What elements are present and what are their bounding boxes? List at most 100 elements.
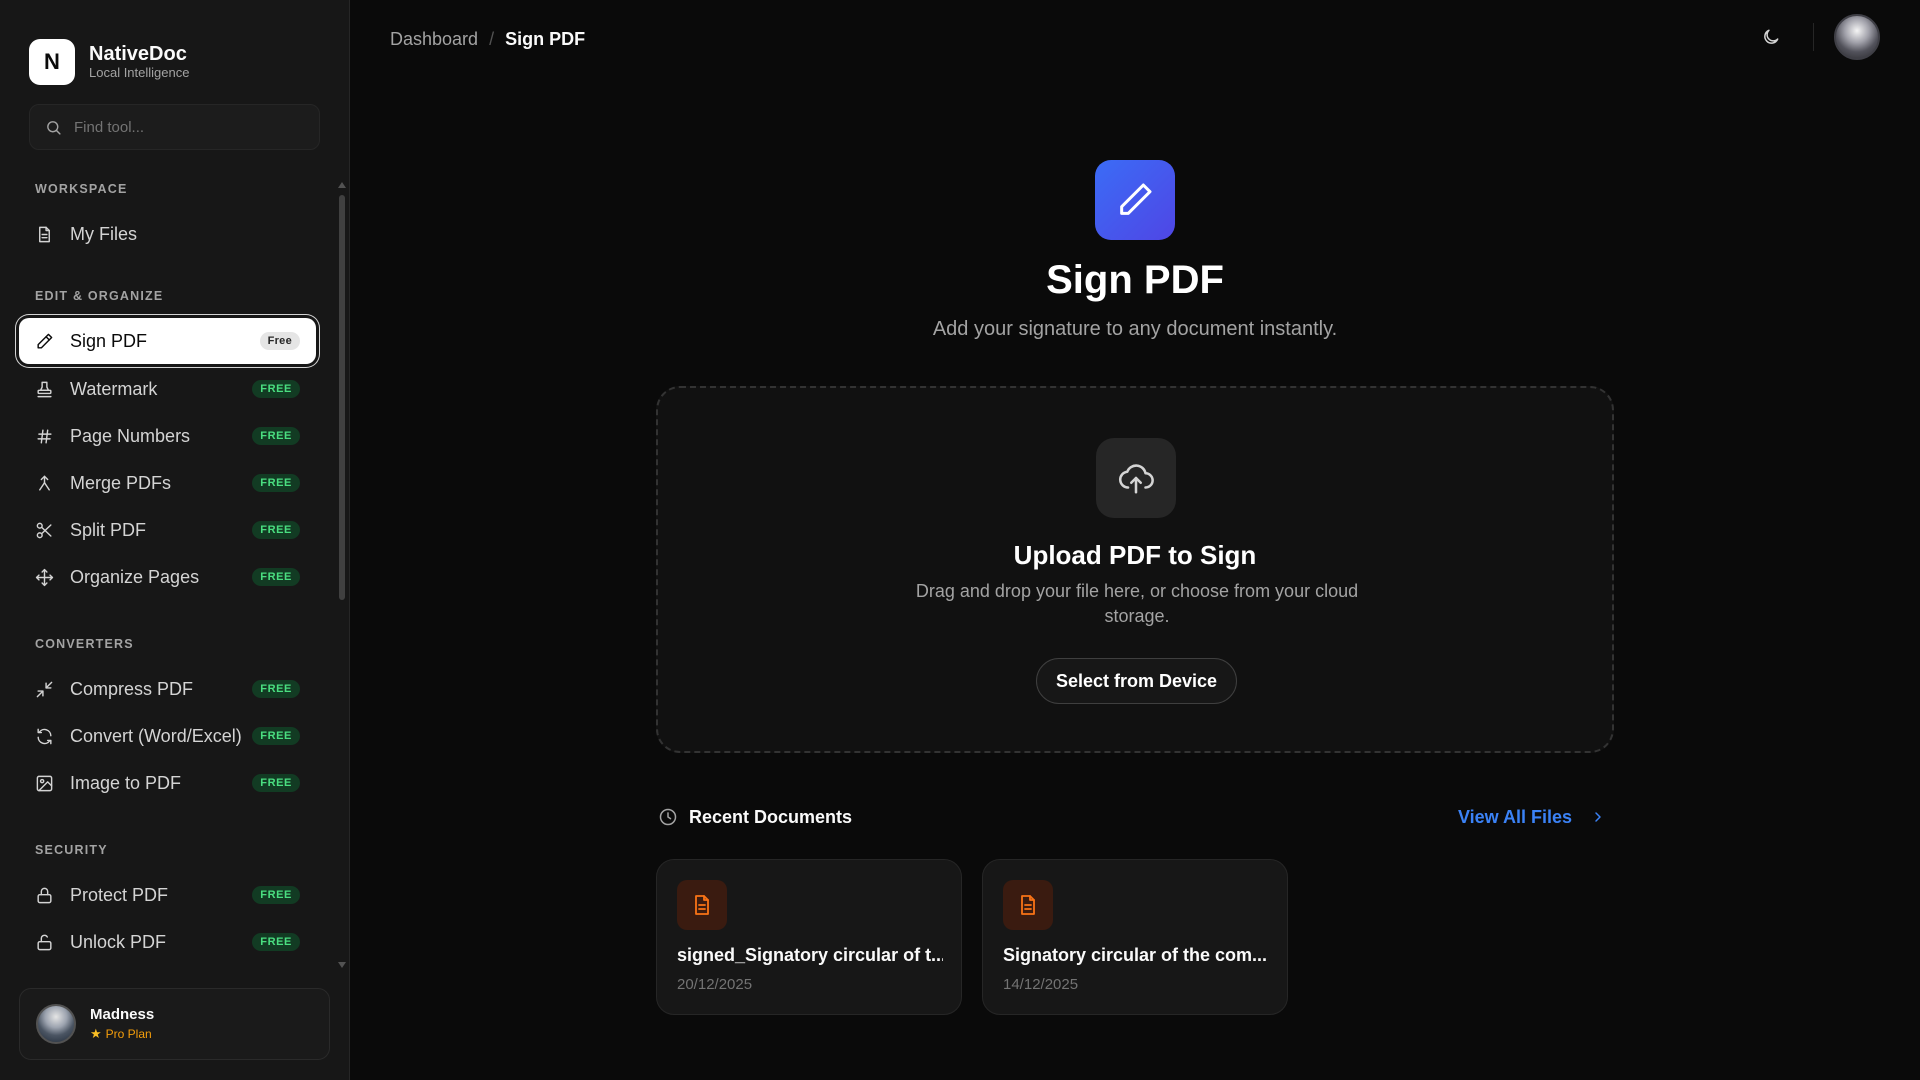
section-title-security: SECURITY: [35, 843, 108, 857]
page-subtitle: Add your signature to any document insta…: [932, 318, 1338, 340]
section-title-edit-organize: EDIT & ORGANIZE: [35, 289, 164, 303]
view-all-files-link[interactable]: View All Files: [1458, 807, 1606, 828]
sidebar-item-label: Split PDF: [70, 519, 147, 540]
free-badge: FREE: [252, 474, 300, 492]
sidebar-item-protect-pdf[interactable]: Protect PDF FREE: [19, 872, 316, 918]
topbar-actions: [1749, 14, 1880, 60]
chevron-right-icon: [1595, 812, 1601, 822]
brand[interactable]: N NativeDoc Local Intelligence: [29, 39, 189, 85]
scroll-thumb[interactable]: [339, 195, 345, 600]
sidebar-item-label: Merge PDFs: [70, 472, 172, 493]
app-root: N NativeDoc Local Intelligence WORKSPACE…: [0, 0, 1920, 1080]
free-badge: Free: [259, 332, 300, 350]
user-name: Madness: [90, 1006, 155, 1023]
sidebar-item-label: Image to PDF: [70, 772, 182, 793]
free-badge: FREE: [252, 521, 300, 539]
sidebar-item-my-files[interactable]: My Files: [19, 211, 316, 257]
sidebar-item-watermark[interactable]: Watermark FREE: [19, 366, 316, 412]
page-title: Sign PDF: [1046, 258, 1224, 302]
sidebar-item-label: My Files: [70, 223, 137, 244]
free-badge: FREE: [252, 774, 300, 792]
pen-icon: [37, 333, 53, 349]
brand-subtitle: Local Intelligence: [89, 65, 190, 80]
avatar: [36, 1004, 76, 1044]
breadcrumb-current: Sign PDF: [505, 29, 586, 49]
free-badge: FREE: [252, 680, 300, 698]
theme-toggle-button[interactable]: [1749, 15, 1793, 59]
section-title-workspace: WORKSPACE: [35, 182, 128, 196]
upload-dropzone[interactable]: Upload PDF to Sign Drag and drop your fi…: [656, 386, 1614, 753]
select-from-device-button[interactable]: Select from Device: [1036, 658, 1237, 704]
document-icon: [695, 895, 709, 915]
recent-document-card[interactable]: Signatory circular of the com... 14/12/2…: [982, 859, 1288, 1015]
document-icon-box: [1003, 880, 1053, 930]
cloud-upload-icon: [1119, 464, 1154, 494]
breadcrumb-separator: /: [489, 29, 495, 49]
upload-description: Drag and drop your file here, or choose …: [915, 581, 1359, 626]
upload-title: Upload PDF to Sign: [1013, 540, 1257, 570]
sidebar-item-label: Page Numbers: [70, 425, 191, 446]
view-all-label: View All Files: [1457, 806, 1572, 827]
image-icon: [36, 775, 53, 791]
sidebar-item-label: Protect PDF: [70, 884, 169, 905]
sidebar-item-label: Sign PDF: [70, 330, 148, 351]
sidebar-item-unlock-pdf[interactable]: Unlock PDF FREE: [19, 919, 316, 960]
sidebar: N NativeDoc Local Intelligence WORKSPACE…: [0, 0, 350, 1080]
breadcrumb-dashboard-link[interactable]: Dashboard: [390, 29, 478, 50]
main-content: Dashboard / Sign PDF Sign PDF Add your s…: [350, 0, 1920, 1080]
user-avatar-button[interactable]: [1834, 14, 1880, 60]
free-badge: FREE: [252, 380, 300, 398]
sidebar-item-convert-word-excel[interactable]: Convert (Word/Excel) FREE: [19, 713, 316, 759]
star-icon: ★: [90, 1026, 102, 1041]
refresh-icon: [37, 728, 52, 744]
recent-documents-title: Recent Documents: [689, 806, 853, 827]
user-profile-card[interactable]: Madness ★ Pro Plan: [19, 988, 330, 1060]
topbar-divider: [1813, 23, 1814, 51]
breadcrumb: Dashboard / Sign PDF: [390, 29, 585, 50]
recent-document-card[interactable]: signed_Signatory circular of t... 20/12/…: [656, 859, 962, 1015]
file-icon: [39, 226, 50, 242]
sidebar-item-compress-pdf[interactable]: Compress PDF FREE: [19, 666, 316, 712]
document-name: signed_Signatory circular of t...: [677, 945, 943, 965]
hash-icon: [37, 428, 52, 444]
brand-text: NativeDoc Local Intelligence: [89, 43, 189, 81]
brand-name: NativeDoc: [89, 43, 187, 65]
free-badge: FREE: [252, 886, 300, 904]
stamp-icon: [37, 381, 52, 397]
user-plan: ★ Pro Plan: [90, 1026, 154, 1042]
sidebar-item-image-to-pdf[interactable]: Image to PDF FREE: [19, 760, 316, 806]
sidebar-item-organize-pages[interactable]: Organize Pages FREE: [19, 554, 316, 600]
search-icon: [47, 120, 61, 135]
scroll-down-arrow-icon[interactable]: [338, 962, 346, 968]
sidebar-item-sign-pdf[interactable]: Sign PDF Free: [19, 318, 316, 364]
free-badge: FREE: [252, 933, 300, 951]
moon-icon: [1764, 29, 1779, 44]
free-badge: FREE: [252, 727, 300, 745]
recent-documents-header: Recent Documents View All Files: [658, 804, 1608, 830]
sidebar-item-label: Unlock PDF: [70, 931, 167, 952]
merge-icon: [39, 475, 50, 491]
unlock-icon: [37, 934, 52, 950]
plan-label: Pro Plan: [105, 1027, 152, 1041]
brand-logo: N: [29, 39, 75, 85]
sidebar-item-split-pdf[interactable]: Split PDF FREE: [19, 507, 316, 553]
lock-icon: [37, 887, 52, 903]
sidebar-scrollbar[interactable]: [338, 182, 346, 968]
document-icon-box: [677, 880, 727, 930]
document-icon: [1021, 895, 1035, 915]
tool-search: [29, 104, 320, 150]
cloud-upload-icon-box: [1096, 438, 1176, 518]
free-badge: FREE: [252, 568, 300, 586]
document-name: Signatory circular of the com...: [1003, 945, 1268, 965]
sidebar-item-label: Watermark: [70, 378, 158, 399]
move-icon: [35, 568, 54, 586]
sidebar-nav: WORKSPACE My Files EDIT & ORGANIZE Sign …: [0, 160, 340, 960]
sidebar-item-merge-pdfs[interactable]: Merge PDFs FREE: [19, 460, 316, 506]
scroll-up-arrow-icon[interactable]: [338, 182, 346, 188]
sidebar-item-page-numbers[interactable]: Page Numbers FREE: [19, 413, 316, 459]
sidebar-item-label: Organize Pages: [70, 566, 200, 587]
compress-icon: [36, 681, 53, 697]
scissors-icon: [36, 522, 52, 538]
sidebar-item-label: Compress PDF: [70, 678, 194, 699]
search-input[interactable]: [74, 118, 304, 136]
